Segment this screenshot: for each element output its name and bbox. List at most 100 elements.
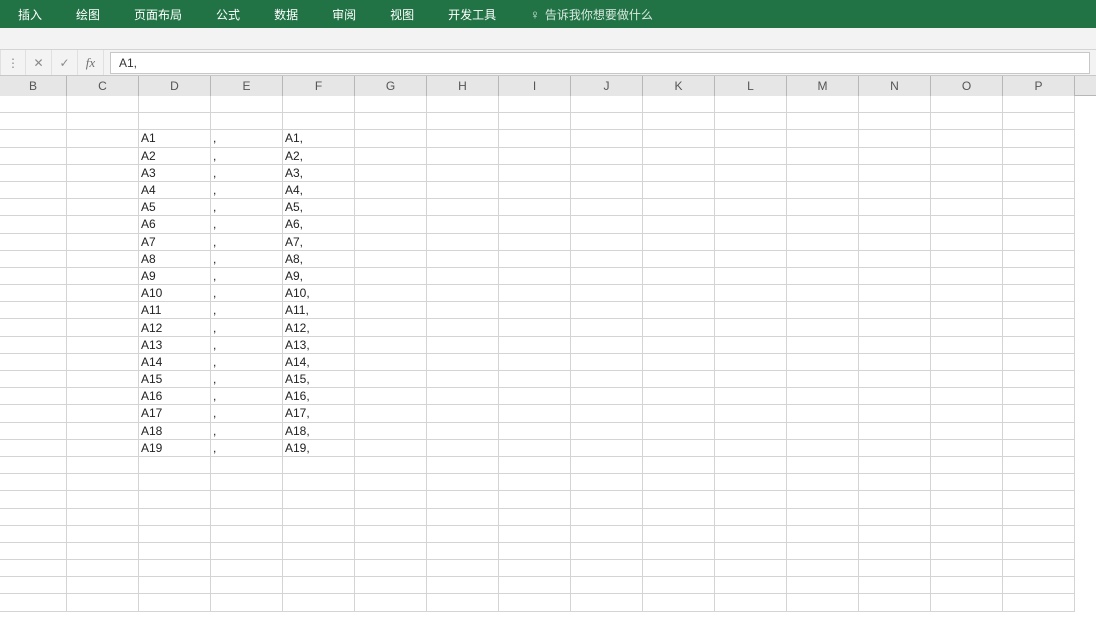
cell[interactable] [571,457,643,474]
cell[interactable] [571,405,643,422]
tab-page-layout[interactable]: 页面布局 [126,1,190,28]
cell[interactable] [571,165,643,182]
cell[interactable] [571,268,643,285]
cell[interactable] [1003,474,1075,491]
cell[interactable] [355,337,427,354]
cell[interactable] [139,577,211,594]
cell[interactable] [67,96,139,113]
cell[interactable]: A15, [283,371,355,388]
cell[interactable] [355,251,427,268]
cell[interactable] [1003,182,1075,199]
cell[interactable] [427,285,499,302]
cell[interactable] [715,268,787,285]
cell[interactable] [571,388,643,405]
cell[interactable] [715,285,787,302]
cell[interactable] [499,268,571,285]
cell[interactable] [859,96,931,113]
cell[interactable] [499,285,571,302]
cell[interactable] [787,405,859,422]
column-header-F[interactable]: F [283,76,355,96]
cell[interactable] [0,457,67,474]
cell[interactable] [355,268,427,285]
cell[interactable] [859,405,931,422]
cell[interactable] [1003,130,1075,147]
column-header-E[interactable]: E [211,76,283,96]
cell[interactable] [643,560,715,577]
cell[interactable] [67,234,139,251]
cell[interactable]: , [211,234,283,251]
cell[interactable] [715,526,787,543]
cell[interactable] [0,199,67,216]
cell[interactable] [67,268,139,285]
cell[interactable] [787,457,859,474]
cell[interactable] [0,526,67,543]
cell[interactable]: A3 [139,165,211,182]
tab-view[interactable]: 视图 [382,1,422,28]
cell[interactable]: A8, [283,251,355,268]
cell[interactable] [643,371,715,388]
cell[interactable] [715,251,787,268]
cell[interactable] [931,148,1003,165]
cell[interactable] [427,594,499,611]
cell[interactable] [931,96,1003,113]
cell[interactable]: A5 [139,199,211,216]
cell[interactable]: A14 [139,354,211,371]
cell[interactable] [67,148,139,165]
cell[interactable] [571,526,643,543]
cell[interactable] [571,113,643,130]
cell[interactable] [211,457,283,474]
cell[interactable]: A2, [283,148,355,165]
cell[interactable] [1003,216,1075,233]
cell[interactable] [67,113,139,130]
cell[interactable] [67,594,139,611]
cell[interactable] [427,268,499,285]
cell[interactable]: , [211,216,283,233]
cell[interactable] [571,96,643,113]
cell[interactable] [931,165,1003,182]
cell[interactable] [859,113,931,130]
cell[interactable] [211,577,283,594]
cell[interactable] [643,182,715,199]
cell[interactable] [571,354,643,371]
cell[interactable] [931,543,1003,560]
cell[interactable] [859,594,931,611]
cell[interactable] [931,354,1003,371]
cell[interactable] [643,130,715,147]
cell[interactable] [499,509,571,526]
cell[interactable] [67,543,139,560]
cell[interactable] [859,354,931,371]
cell[interactable] [571,182,643,199]
cell[interactable] [499,577,571,594]
cell[interactable] [0,165,67,182]
formula-input[interactable]: A1, [110,52,1090,74]
cell[interactable] [283,526,355,543]
cell[interactable]: A17 [139,405,211,422]
cell[interactable] [859,526,931,543]
cell[interactable] [571,560,643,577]
cell[interactable] [931,199,1003,216]
cell[interactable] [643,234,715,251]
cell[interactable] [931,319,1003,336]
cell[interactable] [787,509,859,526]
cell[interactable] [931,474,1003,491]
cell[interactable] [1003,354,1075,371]
cell[interactable] [355,148,427,165]
cancel-icon[interactable]: ✕ [26,50,52,75]
cell[interactable] [859,457,931,474]
cell[interactable]: , [211,337,283,354]
cell[interactable] [67,182,139,199]
cell[interactable] [787,526,859,543]
cell[interactable] [499,423,571,440]
cell[interactable] [355,96,427,113]
cell[interactable] [499,405,571,422]
cell[interactable] [643,216,715,233]
cell[interactable] [427,165,499,182]
cell[interactable] [859,285,931,302]
cell[interactable] [67,337,139,354]
cell[interactable] [427,354,499,371]
cell[interactable] [931,285,1003,302]
cell[interactable]: A19, [283,440,355,457]
cell[interactable] [67,388,139,405]
cell[interactable] [715,491,787,508]
cell[interactable] [859,199,931,216]
